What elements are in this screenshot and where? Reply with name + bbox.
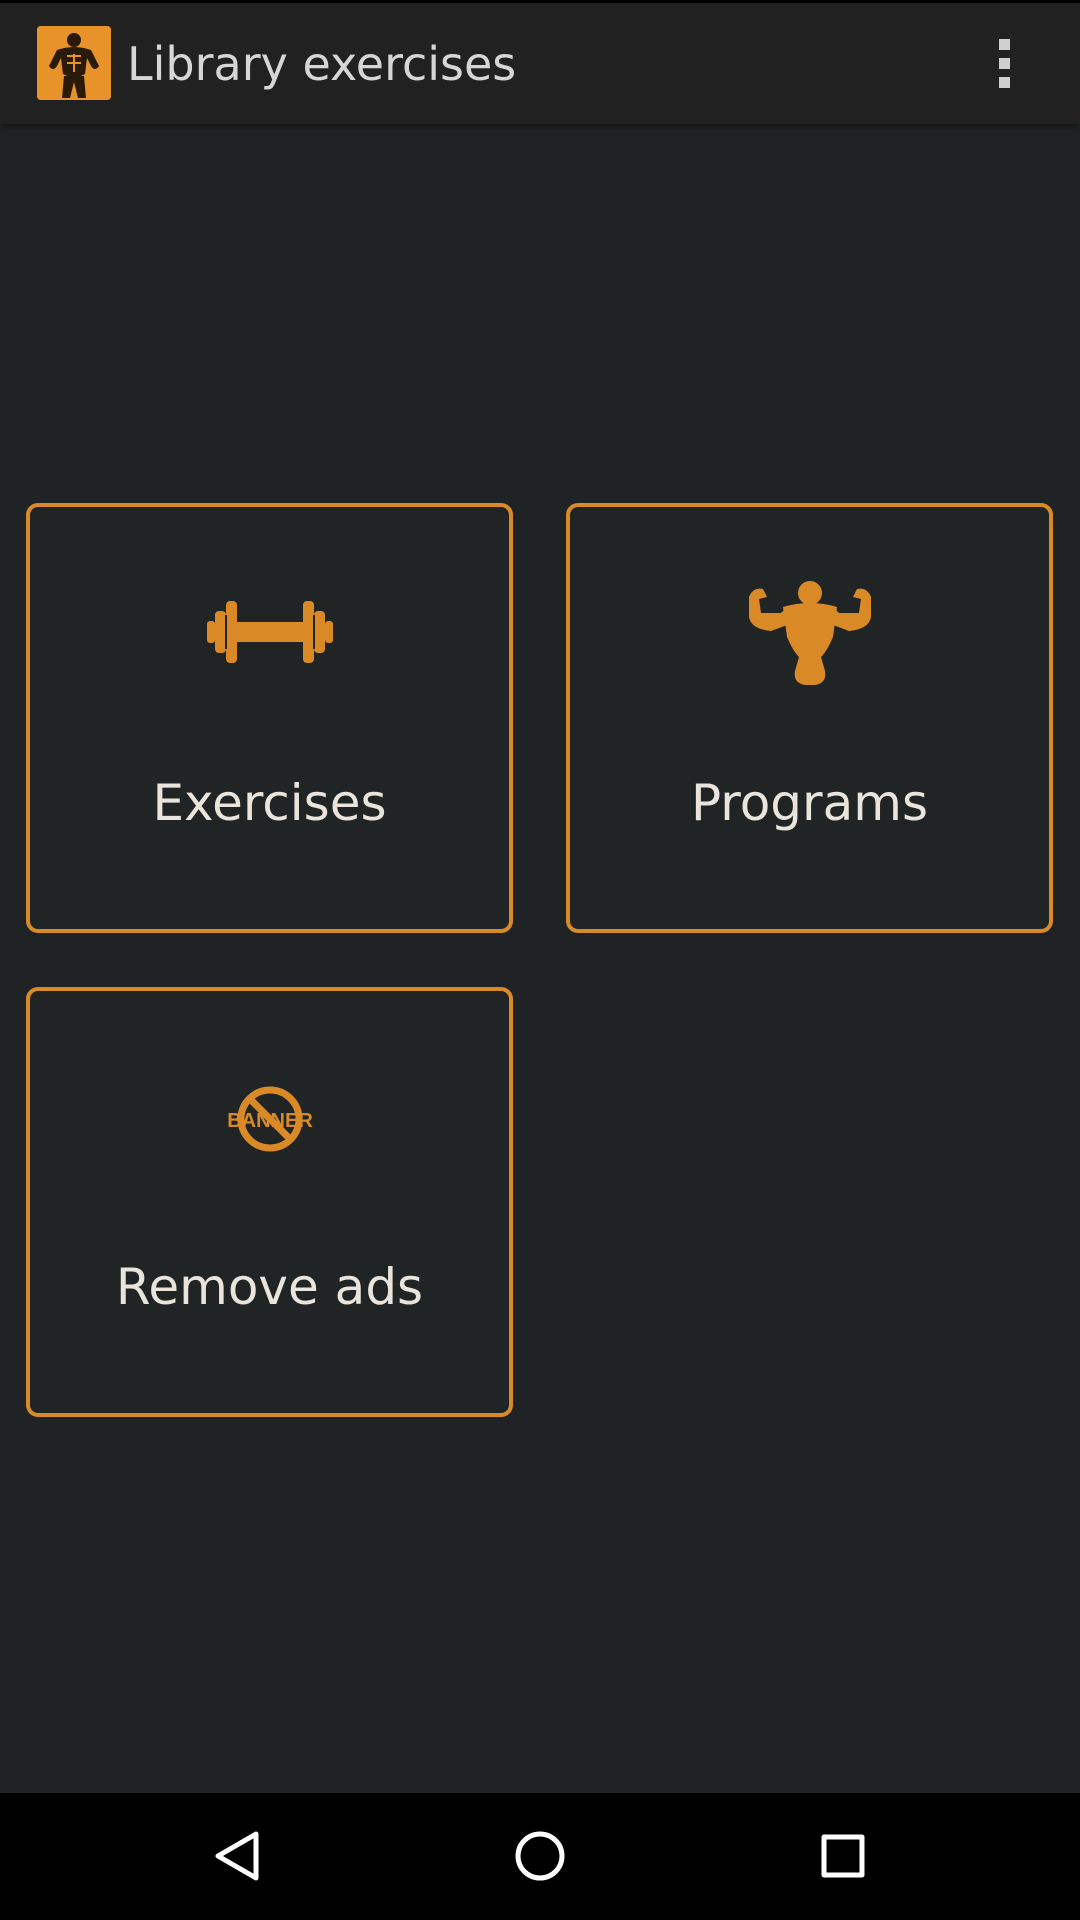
app-bar: Library exercises [0, 3, 1080, 124]
overflow-menu-icon[interactable] [990, 33, 1020, 95]
dumbbell-icon [206, 597, 333, 671]
back-triangle-icon[interactable] [198, 1816, 278, 1896]
programs-tile[interactable]: Programs [566, 503, 1053, 933]
remove-ads-label: Remove ads [115, 1258, 424, 1316]
exercises-label: Exercises [152, 774, 387, 832]
programs-label: Programs [690, 774, 928, 832]
screen: Library exercises Exercises Programs Rem… [0, 0, 1080, 1920]
navigation-bar [0, 1793, 1080, 1920]
app-title: Library exercises [127, 37, 517, 91]
home-circle-icon[interactable] [500, 1816, 580, 1896]
exercises-tile[interactable]: Exercises [26, 503, 513, 933]
flexing-bodybuilder-icon [745, 579, 875, 691]
bodybuilder-logo-icon [37, 26, 111, 100]
no-banner-icon: BANNER [215, 1084, 325, 1158]
remove-ads-tile[interactable]: BANNER Remove ads [26, 987, 513, 1417]
recents-square-icon[interactable] [803, 1816, 883, 1896]
